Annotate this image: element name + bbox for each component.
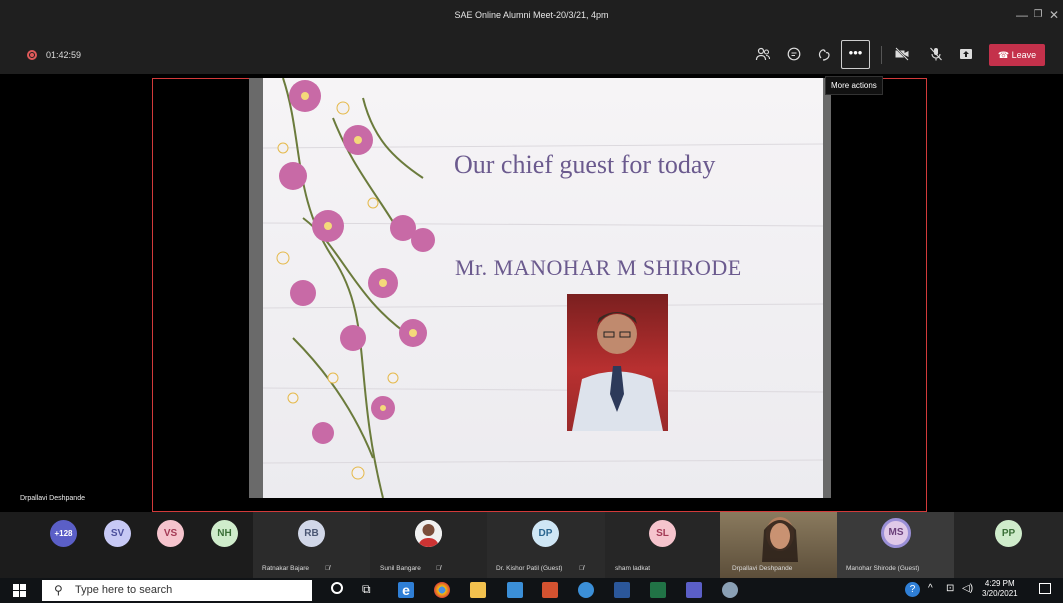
windows-taskbar: ⚲ Type here to search ⧉ e ? ^ ⊡ ◁) 4:29 … — [0, 578, 1063, 603]
window-title: SAE Online Alumni Meet-20/3/21, 4pm — [454, 10, 609, 20]
teams-icon[interactable] — [686, 582, 702, 598]
presenter-name-label: Drpallavi Deshpande — [20, 495, 85, 502]
slide-background-art — [263, 78, 823, 498]
participant-tile[interactable]: RB Ratnakar Bajare 🎙̸ — [253, 512, 370, 578]
help-icon[interactable]: ? — [905, 582, 920, 597]
participant-name: Drpallavi Deshpande — [732, 565, 793, 572]
leave-label: Leave — [1011, 50, 1037, 60]
mic-off-icon: 🎙̸ — [436, 565, 441, 572]
powerpoint-icon[interactable] — [542, 582, 558, 598]
excel-icon[interactable] — [650, 582, 666, 598]
participant-name: Sunil Bangare — [380, 565, 421, 572]
participant-tile[interactable]: PP — [954, 512, 1063, 578]
file-explorer-icon[interactable] — [470, 582, 486, 598]
chrome-icon[interactable] — [434, 582, 450, 598]
participants-icon[interactable] — [754, 46, 772, 64]
minimize-icon[interactable]: — — [1014, 8, 1030, 22]
restore-icon[interactable]: ❐ — [1030, 9, 1046, 20]
participant-name: sham ladkat — [615, 565, 651, 572]
edge-icon[interactable]: e — [398, 582, 414, 598]
meeting-timer: 01:42:59 — [46, 50, 82, 60]
participant-avatar: SL — [649, 520, 676, 547]
participant-video-tile[interactable]: Drpallavi Deshpande — [720, 512, 837, 578]
participant-name: Dr. Kishor Patil (Guest) — [496, 565, 563, 572]
share-screen-icon[interactable] — [957, 46, 975, 64]
phone-hangup-icon: ☎ — [997, 50, 1010, 60]
taskbar-search-box[interactable]: ⚲ Type here to search — [42, 580, 312, 601]
chat-icon[interactable] — [785, 46, 803, 64]
mic-off-icon: 🎙̸ — [579, 565, 584, 572]
slide-title: Our chief guest for today — [454, 150, 716, 179]
participant-avatar: PP — [995, 520, 1022, 547]
participants-strip: +128 SV VS NH RB Ratnakar Bajare 🎙̸ Suni… — [0, 512, 1063, 578]
camera-off-icon[interactable] — [893, 46, 911, 64]
more-actions-button[interactable]: ••• — [841, 40, 870, 69]
participant-video-feed — [762, 517, 798, 562]
mic-off-icon[interactable] — [927, 46, 945, 64]
participant-tile[interactable]: DP Dr. Kishor Patil (Guest) 🎙̸ — [487, 512, 605, 578]
windows-start-icon[interactable] — [13, 584, 26, 602]
participant-avatar: DP — [532, 520, 559, 547]
network-icon[interactable]: ⊡ — [946, 583, 954, 594]
search-icon: ⚲ — [54, 583, 63, 597]
slide-border-right — [823, 78, 831, 498]
clock-time: 4:29 PM — [984, 579, 1015, 588]
more-actions-tooltip: More actions — [825, 76, 883, 95]
slide-guest-name: Mr. MANOHAR M SHIRODE — [455, 255, 742, 280]
more-actions-icon: ••• — [848, 45, 863, 60]
participant-avatar-speaking: MS — [881, 518, 911, 548]
notifications-icon[interactable] — [1039, 583, 1051, 594]
store-icon[interactable] — [507, 582, 523, 598]
participant-tile[interactable]: MS Manohar Shirode (Guest) — [837, 512, 954, 578]
word-icon[interactable] — [614, 582, 630, 598]
leave-button[interactable]: ☎ Leave — [989, 44, 1045, 66]
volume-icon[interactable]: ◁) — [962, 583, 973, 594]
guest-photo — [567, 294, 668, 431]
reactions-icon[interactable] — [815, 46, 833, 64]
toolbar-divider — [881, 46, 882, 64]
chevron-up-icon[interactable]: ^ — [928, 583, 933, 594]
participant-name: Manohar Shirode (Guest) — [846, 565, 920, 572]
participant-tile[interactable]: Sunil Bangare 🎙̸ — [370, 512, 487, 578]
task-view-icon[interactable]: ⧉ — [362, 582, 371, 597]
search-placeholder: Type here to search — [75, 584, 173, 596]
participant-avatar[interactable]: SV — [104, 520, 131, 547]
participant-avatar[interactable]: NH — [211, 520, 238, 547]
mic-off-icon: 🎙̸ — [325, 565, 330, 572]
participant-photo — [415, 520, 442, 547]
participant-name: Ratnakar Bajare — [262, 565, 309, 572]
window-titlebar: SAE Online Alumni Meet-20/3/21, 4pm — ❐ … — [0, 0, 1063, 34]
presentation-slide — [263, 78, 823, 498]
participant-avatar: RB — [298, 520, 325, 547]
meeting-toolbar: 01:42:59 ••• ☎ Leave — [0, 34, 1063, 74]
clock-date: 3/20/2021 — [982, 589, 1018, 598]
recording-icon — [27, 50, 37, 60]
slide-border-left — [249, 78, 263, 498]
cortana-icon[interactable] — [331, 582, 343, 594]
participant-avatar[interactable]: VS — [157, 520, 184, 547]
close-icon[interactable]: ✕ — [1046, 8, 1062, 22]
taskbar-clock[interactable]: 4:29 PM 3/20/2021 — [982, 579, 1018, 599]
participant-tile[interactable]: SL sham ladkat — [605, 512, 720, 578]
overflow-participants-badge[interactable]: +128 — [50, 520, 77, 547]
paint-icon[interactable] — [722, 582, 738, 598]
browser-icon[interactable] — [578, 582, 594, 598]
